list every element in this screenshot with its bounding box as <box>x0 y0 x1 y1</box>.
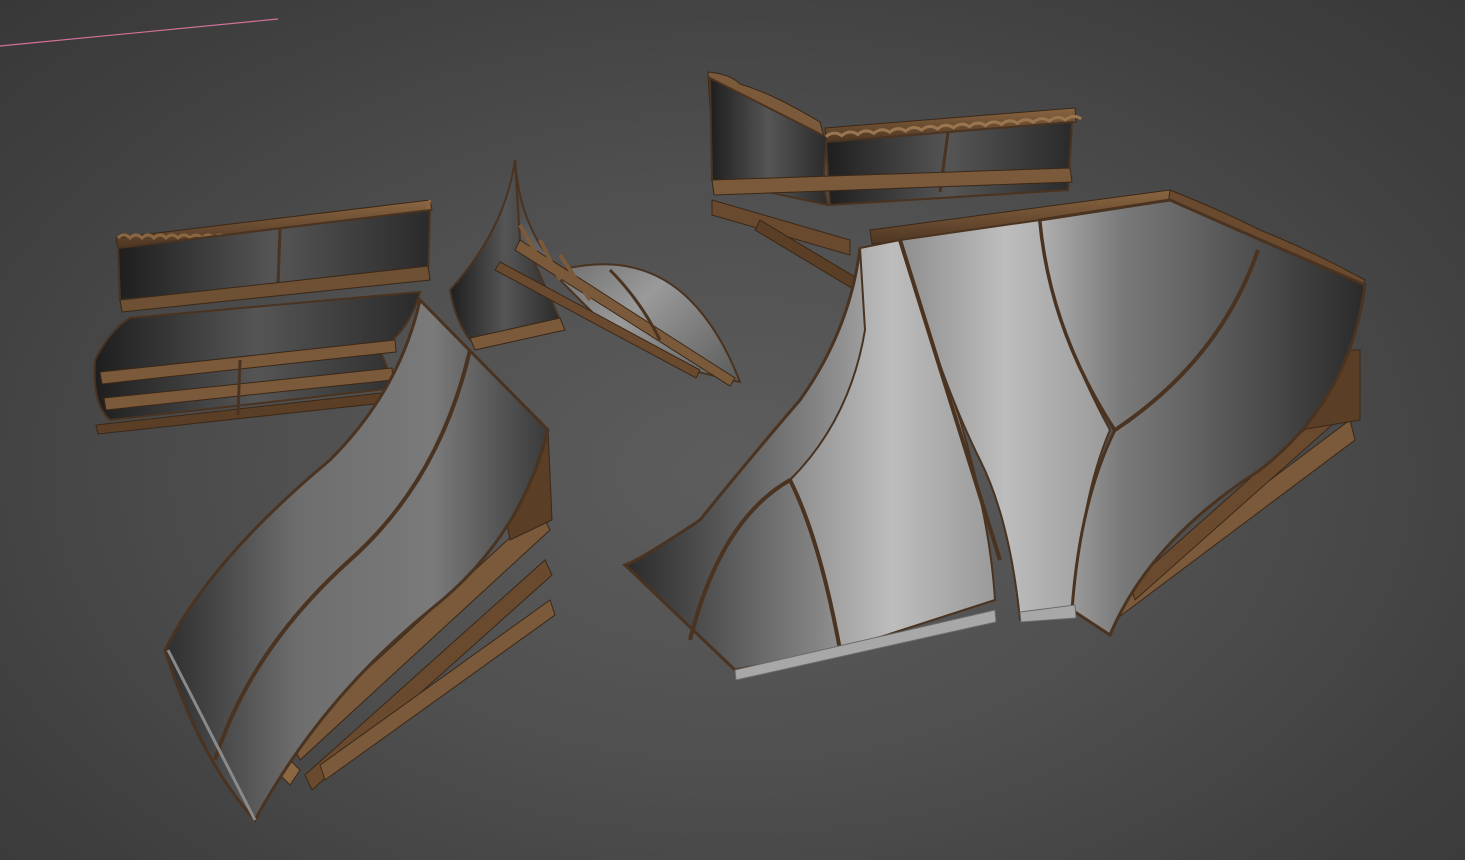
grid-axis-line <box>0 18 279 47</box>
3d-viewport[interactable] <box>0 0 1465 860</box>
viewport-scene[interactable] <box>0 0 1465 860</box>
awning-small-curved[interactable] <box>448 159 742 387</box>
awning-multi-panel[interactable] <box>622 189 1367 681</box>
